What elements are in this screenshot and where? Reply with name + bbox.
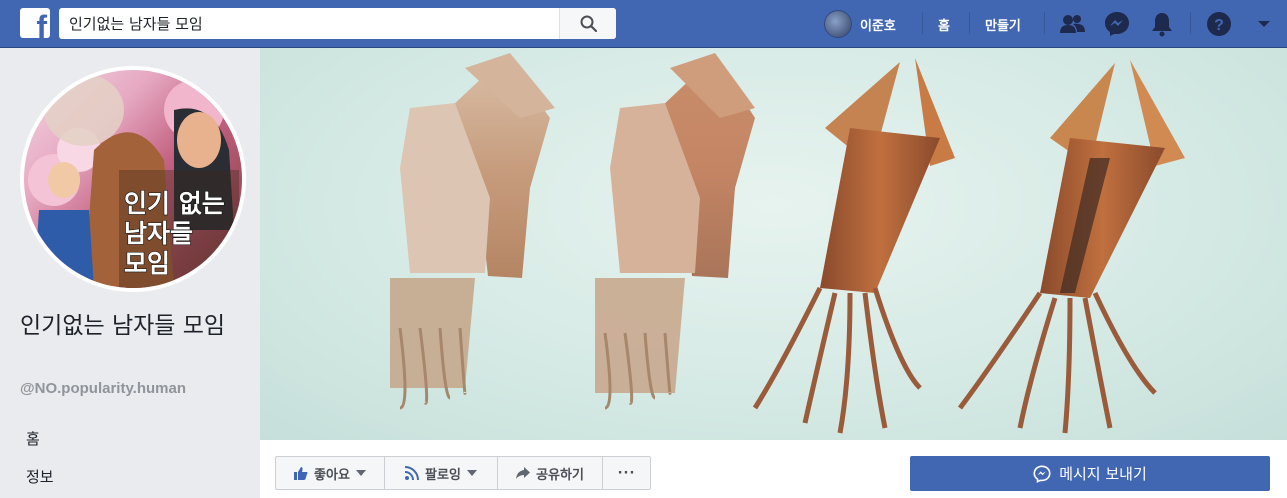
search-button[interactable] <box>559 8 616 39</box>
messenger-icon[interactable] <box>1103 10 1131 38</box>
user-name: 이준호 <box>860 18 896 34</box>
profile-illustration: 인기 없는 남자들 모임 <box>28 74 239 288</box>
follow-button-label: 팔로잉 <box>425 467 461 483</box>
nav-create-link[interactable]: 만들기 <box>985 15 1021 34</box>
share-button-label: 공유하기 <box>536 467 584 483</box>
follow-button[interactable]: 팔로잉 <box>384 456 498 490</box>
page-profile-picture[interactable]: 인기 없는 남자들 모임 <box>20 66 246 292</box>
chevron-down-icon <box>466 470 477 476</box>
share-button[interactable]: 공유하기 <box>497 456 603 490</box>
sidebar-item-home[interactable]: 홈 <box>26 428 40 449</box>
profile-text-line: 인기 없는 <box>124 189 225 218</box>
page-title[interactable]: 인기없는 남자들 모임 <box>20 310 250 343</box>
help-icon[interactable]: ? <box>1205 10 1233 38</box>
more-options-icon: ··· <box>617 465 636 481</box>
avatar <box>824 10 852 38</box>
facebook-logo-icon[interactable]: f <box>20 8 50 38</box>
dried-squid <box>390 53 555 410</box>
squid-photo <box>390 53 1185 434</box>
nav-divider <box>969 12 970 34</box>
more-options-button[interactable]: ··· <box>602 456 651 490</box>
page-action-bar: 좋아요 팔로잉 공유하기 ··· 메시지 보내기 <box>260 440 1287 498</box>
top-navigation-bar: f 이준호 홈 만들기 ? <box>0 0 1287 48</box>
notifications-bell-icon[interactable] <box>1148 10 1176 38</box>
like-button-label: 좋아요 <box>314 467 350 483</box>
send-message-button[interactable]: 메시지 보내기 <box>910 456 1270 491</box>
search-box <box>59 8 616 39</box>
thumbs-up-icon <box>294 467 308 480</box>
nav-home-link[interactable]: 홈 <box>938 15 950 34</box>
messenger-icon <box>1033 464 1051 483</box>
cover-photo[interactable] <box>260 48 1287 440</box>
page-username[interactable]: @NO.popularity.human <box>20 380 186 397</box>
nav-divider <box>1044 12 1045 34</box>
profile-text-line: 모임 <box>124 249 170 278</box>
chevron-down-icon <box>355 470 366 476</box>
sidebar-item-about[interactable]: 정보 <box>26 466 54 487</box>
share-arrow-icon <box>516 467 531 479</box>
search-input[interactable] <box>59 8 559 39</box>
send-message-label: 메시지 보내기 <box>1059 465 1147 483</box>
page-sidebar: 인기 없는 남자들 모임 인기없는 남자들 모임 @NO.popularity.… <box>0 48 260 498</box>
friend-requests-icon[interactable] <box>1058 10 1086 38</box>
like-button[interactable]: 좋아요 <box>275 456 385 490</box>
search-icon <box>580 15 597 32</box>
profile-artwork: 인기 없는 남자들 모임 <box>24 70 242 288</box>
rss-follow-icon <box>405 466 420 480</box>
fresh-squid <box>752 58 955 434</box>
svg-text:?: ? <box>1214 17 1224 34</box>
nav-user-profile[interactable]: 이준호 <box>824 9 896 39</box>
nav-divider <box>1190 12 1191 34</box>
profile-text-line: 남자들 <box>124 219 193 248</box>
dried-squid <box>595 53 755 410</box>
fresh-squid <box>957 60 1185 434</box>
account-menu-chevron-down-icon[interactable] <box>1250 10 1278 38</box>
nav-divider <box>922 12 923 34</box>
